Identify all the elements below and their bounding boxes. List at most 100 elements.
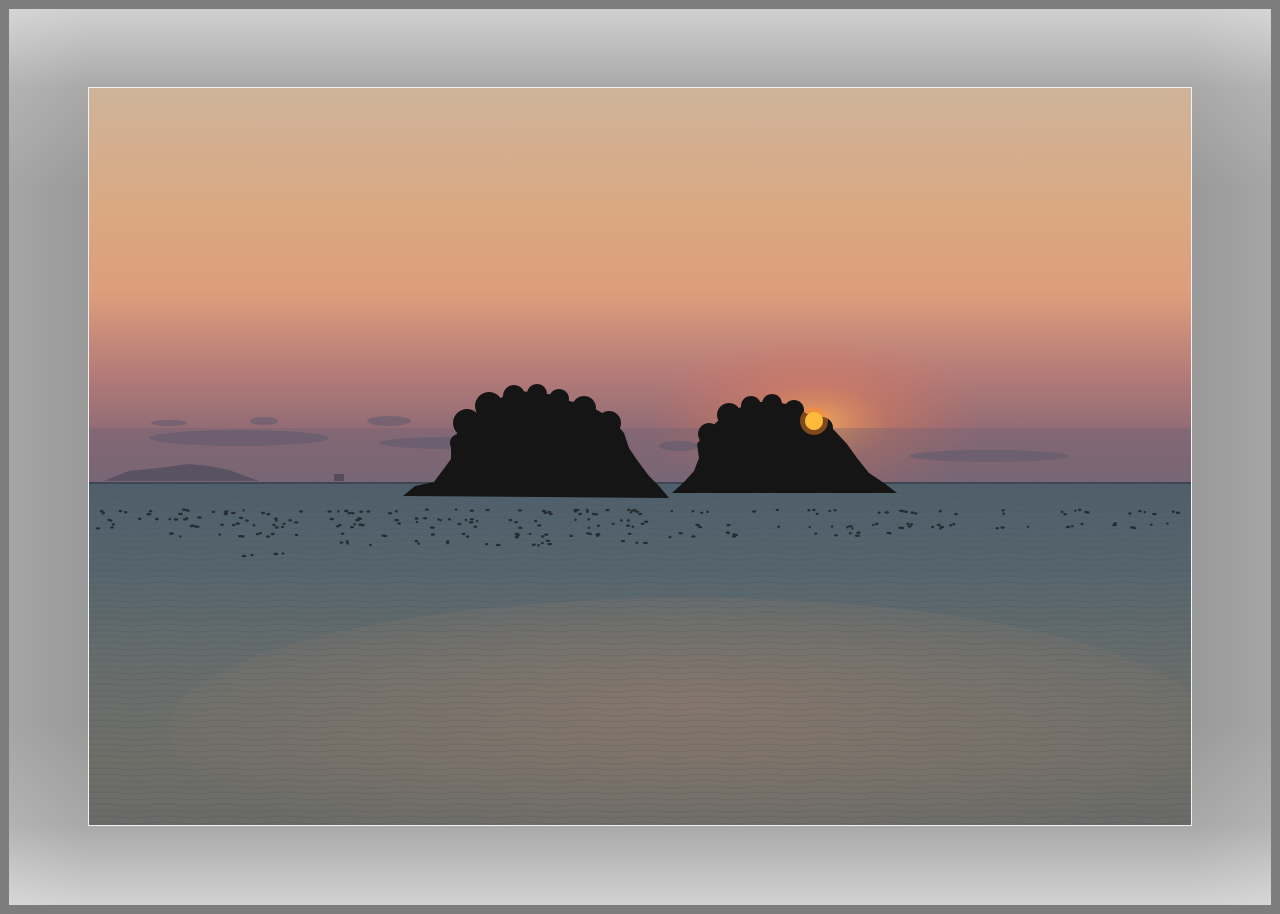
- buoy: [223, 510, 229, 513]
- buoy: [573, 508, 579, 512]
- buoy: [691, 535, 696, 538]
- buoy: [531, 543, 536, 546]
- buoy: [1166, 522, 1169, 525]
- buoy: [939, 525, 945, 529]
- buoy: [1080, 522, 1084, 526]
- buoy: [620, 519, 623, 522]
- buoy: [446, 540, 450, 543]
- buoy: [327, 510, 332, 513]
- buoy: [192, 524, 195, 528]
- buoy: [350, 525, 354, 529]
- buoy: [595, 533, 601, 536]
- buoy: [335, 525, 340, 528]
- buoy: [394, 518, 399, 522]
- buoy: [235, 522, 240, 525]
- buoy: [626, 524, 631, 527]
- buoy: [834, 534, 838, 537]
- buoy: [514, 536, 519, 539]
- buoy: [265, 535, 270, 538]
- buoy: [473, 525, 478, 528]
- buoy: [534, 519, 538, 523]
- buoy: [261, 511, 266, 515]
- buoy: [706, 510, 709, 514]
- buoy: [949, 524, 953, 527]
- buoy: [259, 531, 262, 535]
- buoy: [484, 542, 489, 546]
- buoy: [848, 532, 852, 535]
- buoy: [884, 511, 890, 514]
- buoy: [569, 534, 574, 538]
- buoy: [110, 526, 114, 529]
- buoy: [1171, 510, 1175, 513]
- buoy: [627, 508, 631, 511]
- buoy: [118, 509, 123, 513]
- buoy: [457, 522, 462, 526]
- buoy: [329, 517, 335, 521]
- buoy: [954, 512, 958, 516]
- mat-shade-left: [9, 9, 89, 905]
- buoy: [288, 519, 293, 522]
- buoy: [528, 532, 532, 536]
- buoy: [1026, 525, 1030, 528]
- buoy: [156, 518, 159, 521]
- buoy: [872, 523, 875, 527]
- buoy: [353, 523, 357, 526]
- buoy: [468, 521, 474, 524]
- buoy: [508, 518, 513, 522]
- buoy: [394, 510, 398, 513]
- buoy: [469, 518, 475, 521]
- buoy: [888, 532, 892, 535]
- buoy: [670, 509, 673, 513]
- buoy: [415, 520, 419, 524]
- buoy: [346, 542, 349, 545]
- buoy: [726, 531, 731, 535]
- buoy: [475, 519, 479, 523]
- buoy: [1074, 509, 1077, 512]
- buoy: [197, 516, 202, 519]
- buoy: [439, 519, 443, 522]
- buoy: [900, 526, 905, 530]
- buoy: [611, 522, 615, 525]
- buoy: [586, 510, 589, 513]
- buoy: [250, 553, 254, 557]
- buoy: [359, 510, 364, 513]
- buoy: [874, 522, 879, 526]
- buoy: [952, 523, 956, 526]
- buoy: [495, 543, 501, 547]
- buoy: [101, 512, 105, 515]
- buoy: [239, 516, 244, 520]
- buoy: [1070, 525, 1074, 528]
- buoy: [124, 511, 128, 514]
- buoy: [814, 532, 818, 535]
- buoy: [239, 535, 245, 538]
- buoy: [697, 525, 703, 529]
- buoy: [294, 521, 299, 524]
- buoy: [678, 532, 683, 535]
- buoy: [775, 508, 779, 512]
- buoy: [465, 535, 470, 538]
- buoy: [541, 535, 545, 538]
- buoy: [387, 512, 393, 515]
- buoy: [1065, 525, 1071, 529]
- buoy: [1152, 512, 1157, 516]
- buoy: [137, 517, 142, 520]
- buoy: [266, 512, 271, 516]
- buoy: [417, 542, 420, 545]
- buoy: [909, 523, 914, 526]
- buoy: [273, 552, 279, 556]
- distant-building: [334, 474, 344, 481]
- buoy: [360, 523, 365, 527]
- buoy: [424, 508, 429, 511]
- buoy: [547, 542, 553, 546]
- buoy: [464, 518, 468, 522]
- buoy: [1138, 509, 1142, 513]
- buoy: [548, 512, 553, 516]
- buoy: [1128, 512, 1132, 515]
- buoy: [854, 534, 860, 537]
- buoy: [179, 512, 183, 516]
- buoy: [1133, 526, 1137, 530]
- buoy: [454, 508, 458, 511]
- buoy: [593, 513, 599, 516]
- buoy: [848, 525, 853, 528]
- buoy: [541, 541, 544, 545]
